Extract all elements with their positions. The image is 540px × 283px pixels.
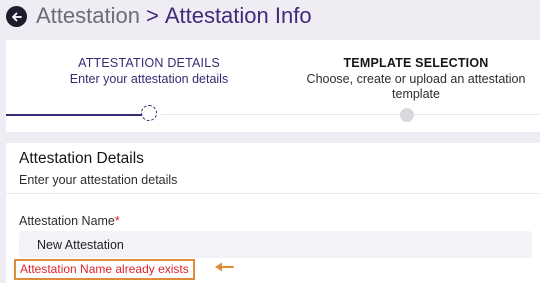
section-title: Attestation Details xyxy=(19,150,144,167)
section-subtitle: Enter your attestation details xyxy=(19,173,178,187)
step-template-selection[interactable]: TEMPLATE SELECTION Choose, create or upl… xyxy=(292,56,540,102)
field-label-text: Attestation Name xyxy=(19,214,115,228)
callout-arrow-icon xyxy=(215,262,234,272)
breadcrumb: Attestation > Attestation Info xyxy=(36,3,312,29)
breadcrumb-separator: > xyxy=(145,3,159,28)
step-subtitle: Choose, create or upload an attestation … xyxy=(306,72,526,101)
attestation-details-card: Attestation Details Enter your attestati… xyxy=(6,143,540,283)
step-attestation-details[interactable]: ATTESTATION DETAILS Enter your attestati… xyxy=(6,56,292,87)
step-indicator-upcoming xyxy=(400,108,414,122)
arrow-left-icon xyxy=(11,12,22,21)
step-indicator-current xyxy=(141,105,157,121)
stepper: ATTESTATION DETAILS Enter your attestati… xyxy=(6,40,540,132)
step-title: TEMPLATE SELECTION xyxy=(343,56,489,70)
attestation-name-input[interactable] xyxy=(19,231,532,258)
breadcrumb-root[interactable]: Attestation xyxy=(36,3,140,28)
breadcrumb-current: Attestation Info xyxy=(164,3,312,28)
back-button[interactable] xyxy=(6,6,27,27)
step-title: ATTESTATION DETAILS xyxy=(78,56,220,70)
progress-line-complete xyxy=(6,114,142,116)
page-header: Attestation > Attestation Info xyxy=(0,0,540,34)
step-subtitle: Enter your attestation details xyxy=(69,72,229,86)
progress-line-remaining xyxy=(161,114,540,115)
attestation-name-label: Attestation Name* xyxy=(19,214,120,229)
required-marker: * xyxy=(114,214,120,228)
error-message: Attestation Name already exists xyxy=(20,262,189,276)
error-highlight-box: Attestation Name already exists xyxy=(14,259,195,280)
section-header: Attestation Details Enter your attestati… xyxy=(6,143,540,194)
